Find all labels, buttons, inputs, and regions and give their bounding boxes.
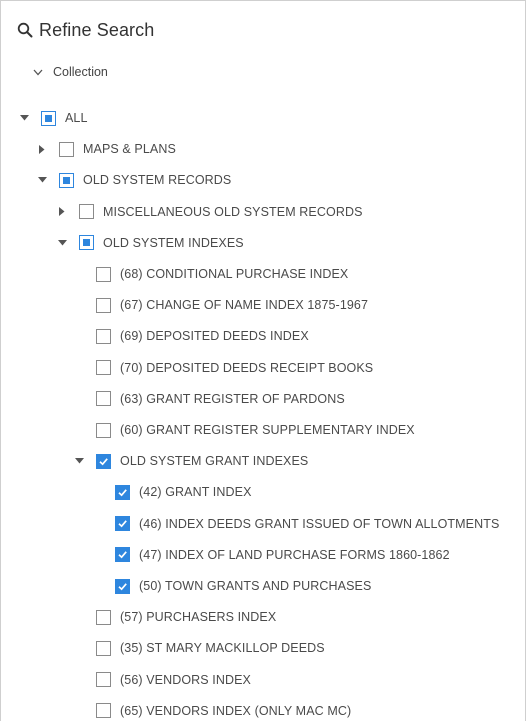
tree-checkbox[interactable] xyxy=(115,547,130,563)
tree-checkbox[interactable] xyxy=(96,453,111,469)
tree-item-label[interactable]: OLD SYSTEM RECORDS xyxy=(83,173,231,187)
chevron-down-icon xyxy=(33,69,43,76)
tree-row: (60) GRANT REGISTER SUPPLEMENTARY INDEX xyxy=(96,420,415,440)
tree-checkbox[interactable] xyxy=(115,484,130,500)
search-icon xyxy=(17,22,33,38)
caret-down-icon[interactable] xyxy=(19,113,29,123)
tree-checkbox[interactable] xyxy=(96,360,111,376)
tree-checkbox[interactable] xyxy=(96,391,111,407)
tree-checkbox[interactable] xyxy=(96,422,111,438)
tree-checkbox[interactable] xyxy=(115,516,130,532)
tree-row: (57) PURCHASERS INDEX xyxy=(96,607,276,627)
tree-checkbox[interactable] xyxy=(96,703,111,719)
tree-row: (56) VENDORS INDEX xyxy=(96,670,251,690)
tree-checkbox[interactable] xyxy=(59,141,74,157)
tree-item-label[interactable]: (70) DEPOSITED DEEDS RECEIPT BOOKS xyxy=(120,361,373,375)
tree-row: ALL xyxy=(19,108,88,128)
caret-down-icon[interactable] xyxy=(37,175,47,185)
tree-item-label[interactable]: (57) PURCHASERS INDEX xyxy=(120,610,276,624)
tree-row: (70) DEPOSITED DEEDS RECEIPT BOOKS xyxy=(96,358,373,378)
tree-item-label[interactable]: (60) GRANT REGISTER SUPPLEMENTARY INDEX xyxy=(120,423,415,437)
tree-checkbox[interactable] xyxy=(79,204,94,220)
tree-row: (69) DEPOSITED DEEDS INDEX xyxy=(96,326,309,346)
tree-checkbox[interactable] xyxy=(96,640,111,656)
tree-checkbox[interactable] xyxy=(79,235,94,251)
tree-item-label[interactable]: (56) VENDORS INDEX xyxy=(120,673,251,687)
tree-row: (35) ST MARY MACKILLOP DEEDS xyxy=(96,638,325,658)
tree-row: (68) CONDITIONAL PURCHASE INDEX xyxy=(96,264,348,284)
tree-row: OLD SYSTEM RECORDS xyxy=(37,170,231,190)
tree-item-label[interactable]: (46) INDEX DEEDS GRANT ISSUED OF TOWN AL… xyxy=(139,517,499,531)
tree-row: (63) GRANT REGISTER OF PARDONS xyxy=(96,389,345,409)
caret-right-icon[interactable] xyxy=(37,144,47,154)
tree-item-label[interactable]: (68) CONDITIONAL PURCHASE INDEX xyxy=(120,267,348,281)
tree-item-label[interactable]: (50) TOWN GRANTS AND PURCHASES xyxy=(139,579,371,593)
collection-section-toggle[interactable]: Collection xyxy=(33,62,108,82)
caret-down-icon[interactable] xyxy=(57,238,67,248)
collection-section-label: Collection xyxy=(53,65,108,79)
tree-row: (42) GRANT INDEX xyxy=(115,482,252,502)
tree-row: OLD SYSTEM INDEXES xyxy=(57,233,244,253)
caret-right-icon[interactable] xyxy=(57,207,67,217)
tree-row: (47) INDEX OF LAND PURCHASE FORMS 1860-1… xyxy=(115,545,450,565)
tree-item-label[interactable]: (35) ST MARY MACKILLOP DEEDS xyxy=(120,641,325,655)
tree-item-label[interactable]: ALL xyxy=(65,111,88,125)
tree-row: (46) INDEX DEEDS GRANT ISSUED OF TOWN AL… xyxy=(115,514,499,534)
tree-item-label[interactable]: (67) CHANGE OF NAME INDEX 1875-1967 xyxy=(120,298,368,312)
refine-search-panel: Refine Search Collection ALL MAPS & PLANS… xyxy=(0,0,526,721)
tree-item-label[interactable]: MAPS & PLANS xyxy=(83,142,176,156)
tree-item-label[interactable]: (65) VENDORS INDEX (ONLY MAC MC) xyxy=(120,704,351,718)
tree-checkbox[interactable] xyxy=(59,172,74,188)
tree-item-label[interactable]: (63) GRANT REGISTER OF PARDONS xyxy=(120,392,345,406)
tree-item-label[interactable]: (47) INDEX OF LAND PURCHASE FORMS 1860-1… xyxy=(139,548,450,562)
panel-header: Refine Search xyxy=(17,17,154,43)
tree-row: (67) CHANGE OF NAME INDEX 1875-1967 xyxy=(96,295,368,315)
tree-row: OLD SYSTEM GRANT INDEXES xyxy=(74,451,308,471)
tree-row: (65) VENDORS INDEX (ONLY MAC MC) xyxy=(96,701,351,721)
tree-row: MISCELLANEOUS OLD SYSTEM RECORDS xyxy=(57,202,363,222)
tree-item-label[interactable]: (42) GRANT INDEX xyxy=(139,485,252,499)
tree-checkbox[interactable] xyxy=(96,266,111,282)
caret-down-icon[interactable] xyxy=(74,456,84,466)
panel-title: Refine Search xyxy=(39,19,155,40)
tree-checkbox[interactable] xyxy=(96,609,111,625)
tree-item-label[interactable]: MISCELLANEOUS OLD SYSTEM RECORDS xyxy=(103,205,363,219)
tree-item-label[interactable]: OLD SYSTEM INDEXES xyxy=(103,236,244,250)
tree-row: MAPS & PLANS xyxy=(37,139,176,159)
tree-checkbox[interactable] xyxy=(115,578,130,594)
tree-checkbox[interactable] xyxy=(96,297,111,313)
tree-item-label[interactable]: (69) DEPOSITED DEEDS INDEX xyxy=(120,329,309,343)
tree-checkbox[interactable] xyxy=(41,110,56,126)
tree-checkbox[interactable] xyxy=(96,672,111,688)
tree-row: (50) TOWN GRANTS AND PURCHASES xyxy=(115,576,371,596)
tree-item-label[interactable]: OLD SYSTEM GRANT INDEXES xyxy=(120,454,308,468)
tree-checkbox[interactable] xyxy=(96,328,111,344)
